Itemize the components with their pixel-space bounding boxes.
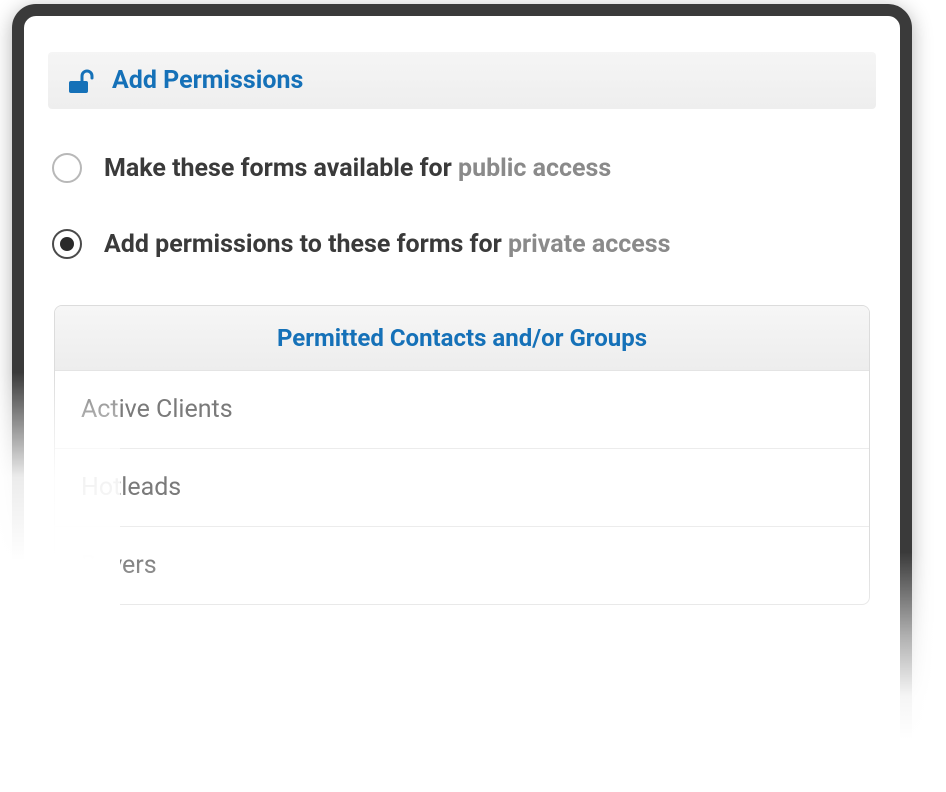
unlock-icon (68, 69, 94, 93)
radio-private-access[interactable]: Add permissions to these forms for priva… (48, 229, 876, 259)
radio-label-public-suffix: public access (458, 154, 611, 183)
radio-label-private-suffix: private access (508, 230, 670, 259)
radio-indicator-public (52, 153, 82, 183)
permitted-contacts-header: Permitted Contacts and/or Groups (55, 306, 869, 371)
radio-label-public: Make these forms available for public ac… (104, 154, 611, 183)
radio-label-private-prefix: Add permissions to these forms for (104, 230, 508, 259)
radio-public-access[interactable]: Make these forms available for public ac… (48, 153, 876, 183)
radio-inner-dot (60, 237, 74, 251)
header-title: Add Permissions (112, 66, 303, 95)
list-item[interactable]: Active Clients (55, 371, 869, 449)
header-bar: Add Permissions (48, 52, 876, 109)
list-item[interactable]: Buyers (55, 527, 869, 604)
radio-label-public-prefix: Make these forms available for (104, 154, 458, 183)
permitted-contacts-box: Permitted Contacts and/or Groups Active … (54, 305, 870, 605)
list-item[interactable]: Hotleads (55, 449, 869, 527)
radio-indicator-private (52, 229, 82, 259)
radio-label-private: Add permissions to these forms for priva… (104, 230, 670, 259)
window-frame: Add Permissions Make these forms availab… (12, 4, 912, 792)
content-area: Add Permissions Make these forms availab… (24, 16, 900, 605)
